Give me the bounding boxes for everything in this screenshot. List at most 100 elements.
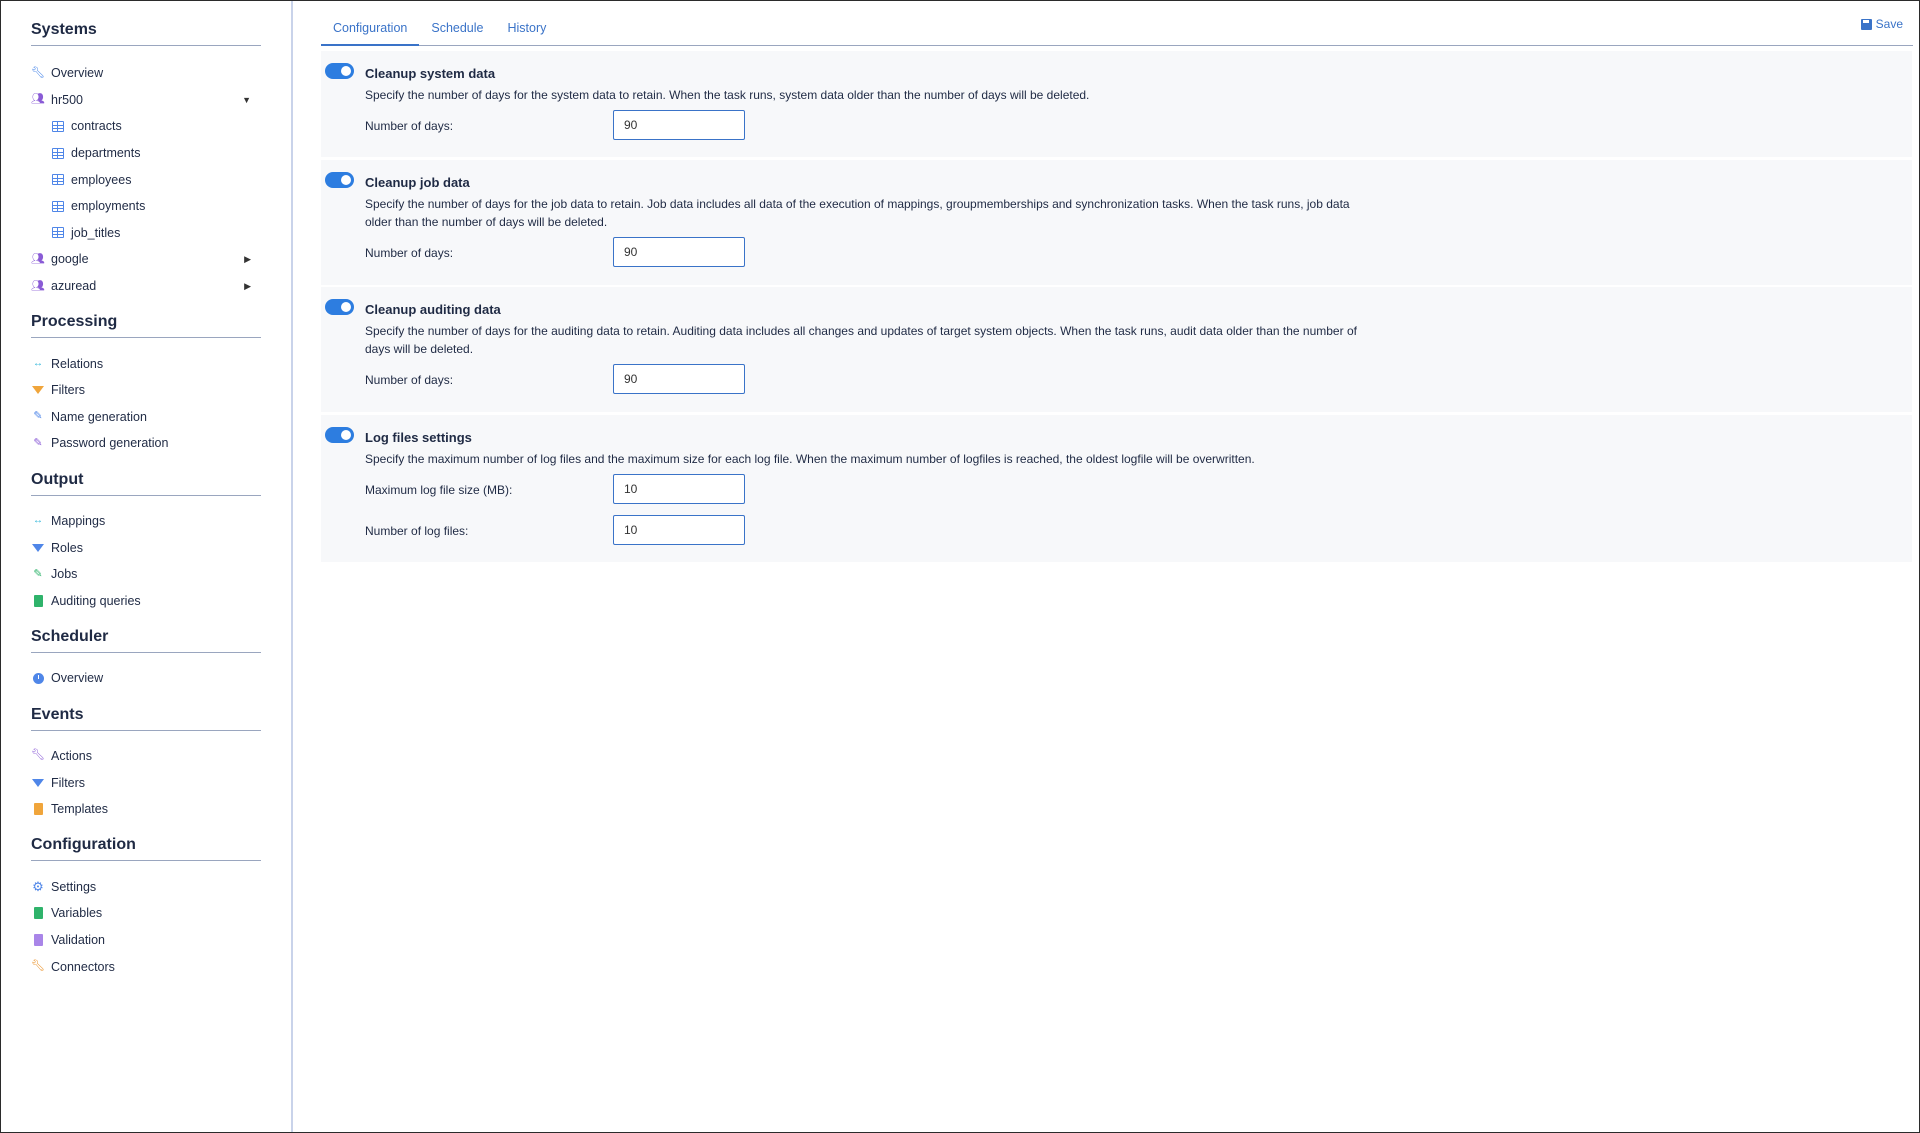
card-description: Specify the number of days for the syste… bbox=[365, 88, 1090, 102]
max-log-size-input[interactable] bbox=[613, 474, 745, 504]
sidebar-item-variables[interactable]: Variables bbox=[31, 900, 261, 927]
document-icon-wrap bbox=[31, 906, 45, 920]
sidebar-item-label: Password generation bbox=[51, 436, 169, 451]
caret-right-icon[interactable]: ▶ bbox=[244, 281, 251, 292]
cleanup-auditing-data-toggle[interactable] bbox=[325, 299, 354, 315]
tab-configuration[interactable]: Configuration bbox=[321, 15, 420, 46]
sidebar-item-contracts[interactable]: contracts bbox=[31, 113, 261, 140]
document-edit-icon: ✎ bbox=[33, 436, 43, 449]
sidebar-item-label: Validation bbox=[51, 932, 105, 947]
sidebar-item-google[interactable]: 👥︎ google ▶ bbox=[31, 246, 261, 273]
sidebar-item-password-generation[interactable]: ✎ Password generation bbox=[31, 430, 261, 457]
save-button[interactable]: Save bbox=[1860, 17, 1903, 31]
sidebar-item-label: Templates bbox=[51, 802, 108, 817]
section-output: Output ↔ Mappings Roles ✎ Jobs Auditing … bbox=[31, 471, 261, 614]
card-title: Cleanup system data bbox=[365, 66, 496, 81]
sidebar-item-label: Auditing queries bbox=[51, 593, 141, 608]
main-content: Configuration Schedule History Save Clea… bbox=[295, 1, 1919, 1132]
sidebar-item-systems-overview[interactable]: 🔧︎ Overview bbox=[31, 60, 261, 87]
sidebar-item-scheduler-overview[interactable]: Overview bbox=[31, 665, 261, 692]
field-label: Number of days: bbox=[365, 373, 454, 387]
tab-schedule[interactable]: Schedule bbox=[419, 15, 495, 46]
tab-bar: Configuration Schedule History bbox=[321, 15, 1913, 46]
document-icon-wrap bbox=[31, 594, 45, 608]
caret-right-icon[interactable]: ▶ bbox=[244, 254, 251, 265]
sidebar-item-auditing-queries[interactable]: Auditing queries bbox=[31, 588, 261, 615]
clock-icon bbox=[32, 672, 44, 684]
system-days-input[interactable] bbox=[613, 110, 745, 140]
sidebar-item-label: azuread bbox=[51, 279, 97, 294]
section-title-systems: Systems bbox=[31, 21, 261, 46]
sidebar-item-roles[interactable]: Roles bbox=[31, 534, 261, 561]
table-icon-wrap bbox=[51, 173, 65, 187]
sidebar-item-label: Actions bbox=[51, 748, 92, 763]
sidebar-item-label: Filters bbox=[51, 775, 86, 790]
funnel-icon-wrap bbox=[31, 383, 45, 397]
sidebar-item-processing-filters[interactable]: Filters bbox=[31, 377, 261, 404]
card-title: Log files settings bbox=[365, 430, 472, 445]
section-title-scheduler: Scheduler bbox=[31, 628, 261, 654]
table-icon bbox=[52, 227, 64, 239]
section-systems: Systems 🔧︎ Overview 👥︎ hr500 ▼ contracts… bbox=[31, 21, 261, 299]
template-icon bbox=[33, 803, 43, 816]
sidebar-item-job-titles[interactable]: job_titles bbox=[31, 220, 261, 247]
systems-list: 🔧︎ Overview 👥︎ hr500 ▼ contracts departm… bbox=[31, 60, 261, 299]
section-title-events: Events bbox=[31, 706, 261, 731]
sidebar-item-events-filters[interactable]: Filters bbox=[31, 769, 261, 796]
sidebar-item-label: Mappings bbox=[51, 514, 106, 529]
sidebar-item-jobs[interactable]: ✎ Jobs bbox=[31, 561, 261, 588]
sidebar-item-relations[interactable]: ↔ Relations bbox=[31, 350, 261, 377]
document-icon-wrap bbox=[31, 933, 45, 947]
events-list: 🔧︎ Actions Filters Templates bbox=[31, 743, 261, 823]
wrench-icon: 🔧︎ bbox=[31, 960, 45, 973]
sidebar-item-mappings[interactable]: ↔ Mappings bbox=[31, 508, 261, 535]
log-files-settings-toggle[interactable] bbox=[325, 427, 354, 443]
sidebar-item-hr500[interactable]: 👥︎ hr500 ▼ bbox=[31, 87, 261, 114]
section-configuration: Configuration ⚙ Settings Variables Valid… bbox=[31, 836, 261, 979]
sidebar-item-label: google bbox=[51, 252, 89, 267]
sidebar-item-connectors[interactable]: 🔧︎ Connectors bbox=[31, 953, 261, 980]
sidebar: Systems 🔧︎ Overview 👥︎ hr500 ▼ contracts… bbox=[1, 1, 293, 1132]
users-icon: 👥︎ bbox=[31, 252, 45, 265]
sidebar-item-validation[interactable]: Validation bbox=[31, 927, 261, 954]
log-file-count-input[interactable] bbox=[613, 515, 745, 545]
document-icon bbox=[33, 594, 43, 607]
sidebar-item-label: Filters bbox=[51, 383, 86, 398]
sidebar-item-label: contracts bbox=[71, 119, 122, 134]
output-list: ↔ Mappings Roles ✎ Jobs Auditing queries bbox=[31, 508, 261, 614]
sidebar-item-employees[interactable]: employees bbox=[31, 166, 261, 193]
sidebar-item-actions[interactable]: 🔧︎ Actions bbox=[31, 743, 261, 770]
tab-history[interactable]: History bbox=[495, 15, 558, 46]
sidebar-item-azuread[interactable]: 👥︎ azuread ▶ bbox=[31, 273, 261, 300]
sidebar-item-label: job_titles bbox=[71, 225, 121, 240]
auditing-days-input[interactable] bbox=[613, 364, 745, 394]
sidebar-item-label: Roles bbox=[51, 540, 83, 555]
field-label: Number of days: bbox=[365, 246, 454, 260]
job-days-input[interactable] bbox=[613, 237, 745, 267]
table-icon bbox=[52, 174, 64, 186]
funnel-icon bbox=[32, 778, 44, 787]
sidebar-item-name-generation[interactable]: ✎ Name generation bbox=[31, 404, 261, 431]
sidebar-item-label: employments bbox=[71, 199, 146, 214]
caret-down-icon[interactable]: ▼ bbox=[242, 95, 251, 105]
table-icon bbox=[52, 200, 64, 212]
configuration-list: ⚙ Settings Variables Validation 🔧︎ Conne… bbox=[31, 873, 261, 979]
sidebar-item-templates[interactable]: Templates bbox=[31, 796, 261, 823]
processing-list: ↔ Relations Filters ✎ Name generation ✎ … bbox=[31, 350, 261, 456]
users-icon: 👥︎ bbox=[31, 93, 45, 106]
table-icon-wrap bbox=[51, 226, 65, 240]
sidebar-item-settings[interactable]: ⚙ Settings bbox=[31, 873, 261, 900]
log-files-settings-card: Log files settings Specify the maximum n… bbox=[321, 415, 1912, 562]
sidebar-item-label: Connectors bbox=[51, 959, 115, 974]
sidebar-item-employments[interactable]: employments bbox=[31, 193, 261, 220]
section-title-processing: Processing bbox=[31, 313, 261, 339]
section-scheduler: Scheduler Overview bbox=[31, 628, 261, 692]
sidebar-item-label: employees bbox=[71, 172, 132, 187]
sidebar-item-label: Overview bbox=[51, 66, 104, 81]
sidebar-item-departments[interactable]: departments bbox=[31, 140, 261, 167]
cleanup-job-data-toggle[interactable] bbox=[325, 172, 354, 188]
funnel-icon bbox=[32, 543, 44, 552]
cleanup-job-data-card: Cleanup job data Specify the number of d… bbox=[321, 160, 1912, 285]
cleanup-system-data-toggle[interactable] bbox=[325, 63, 354, 79]
save-icon bbox=[1860, 18, 1872, 30]
